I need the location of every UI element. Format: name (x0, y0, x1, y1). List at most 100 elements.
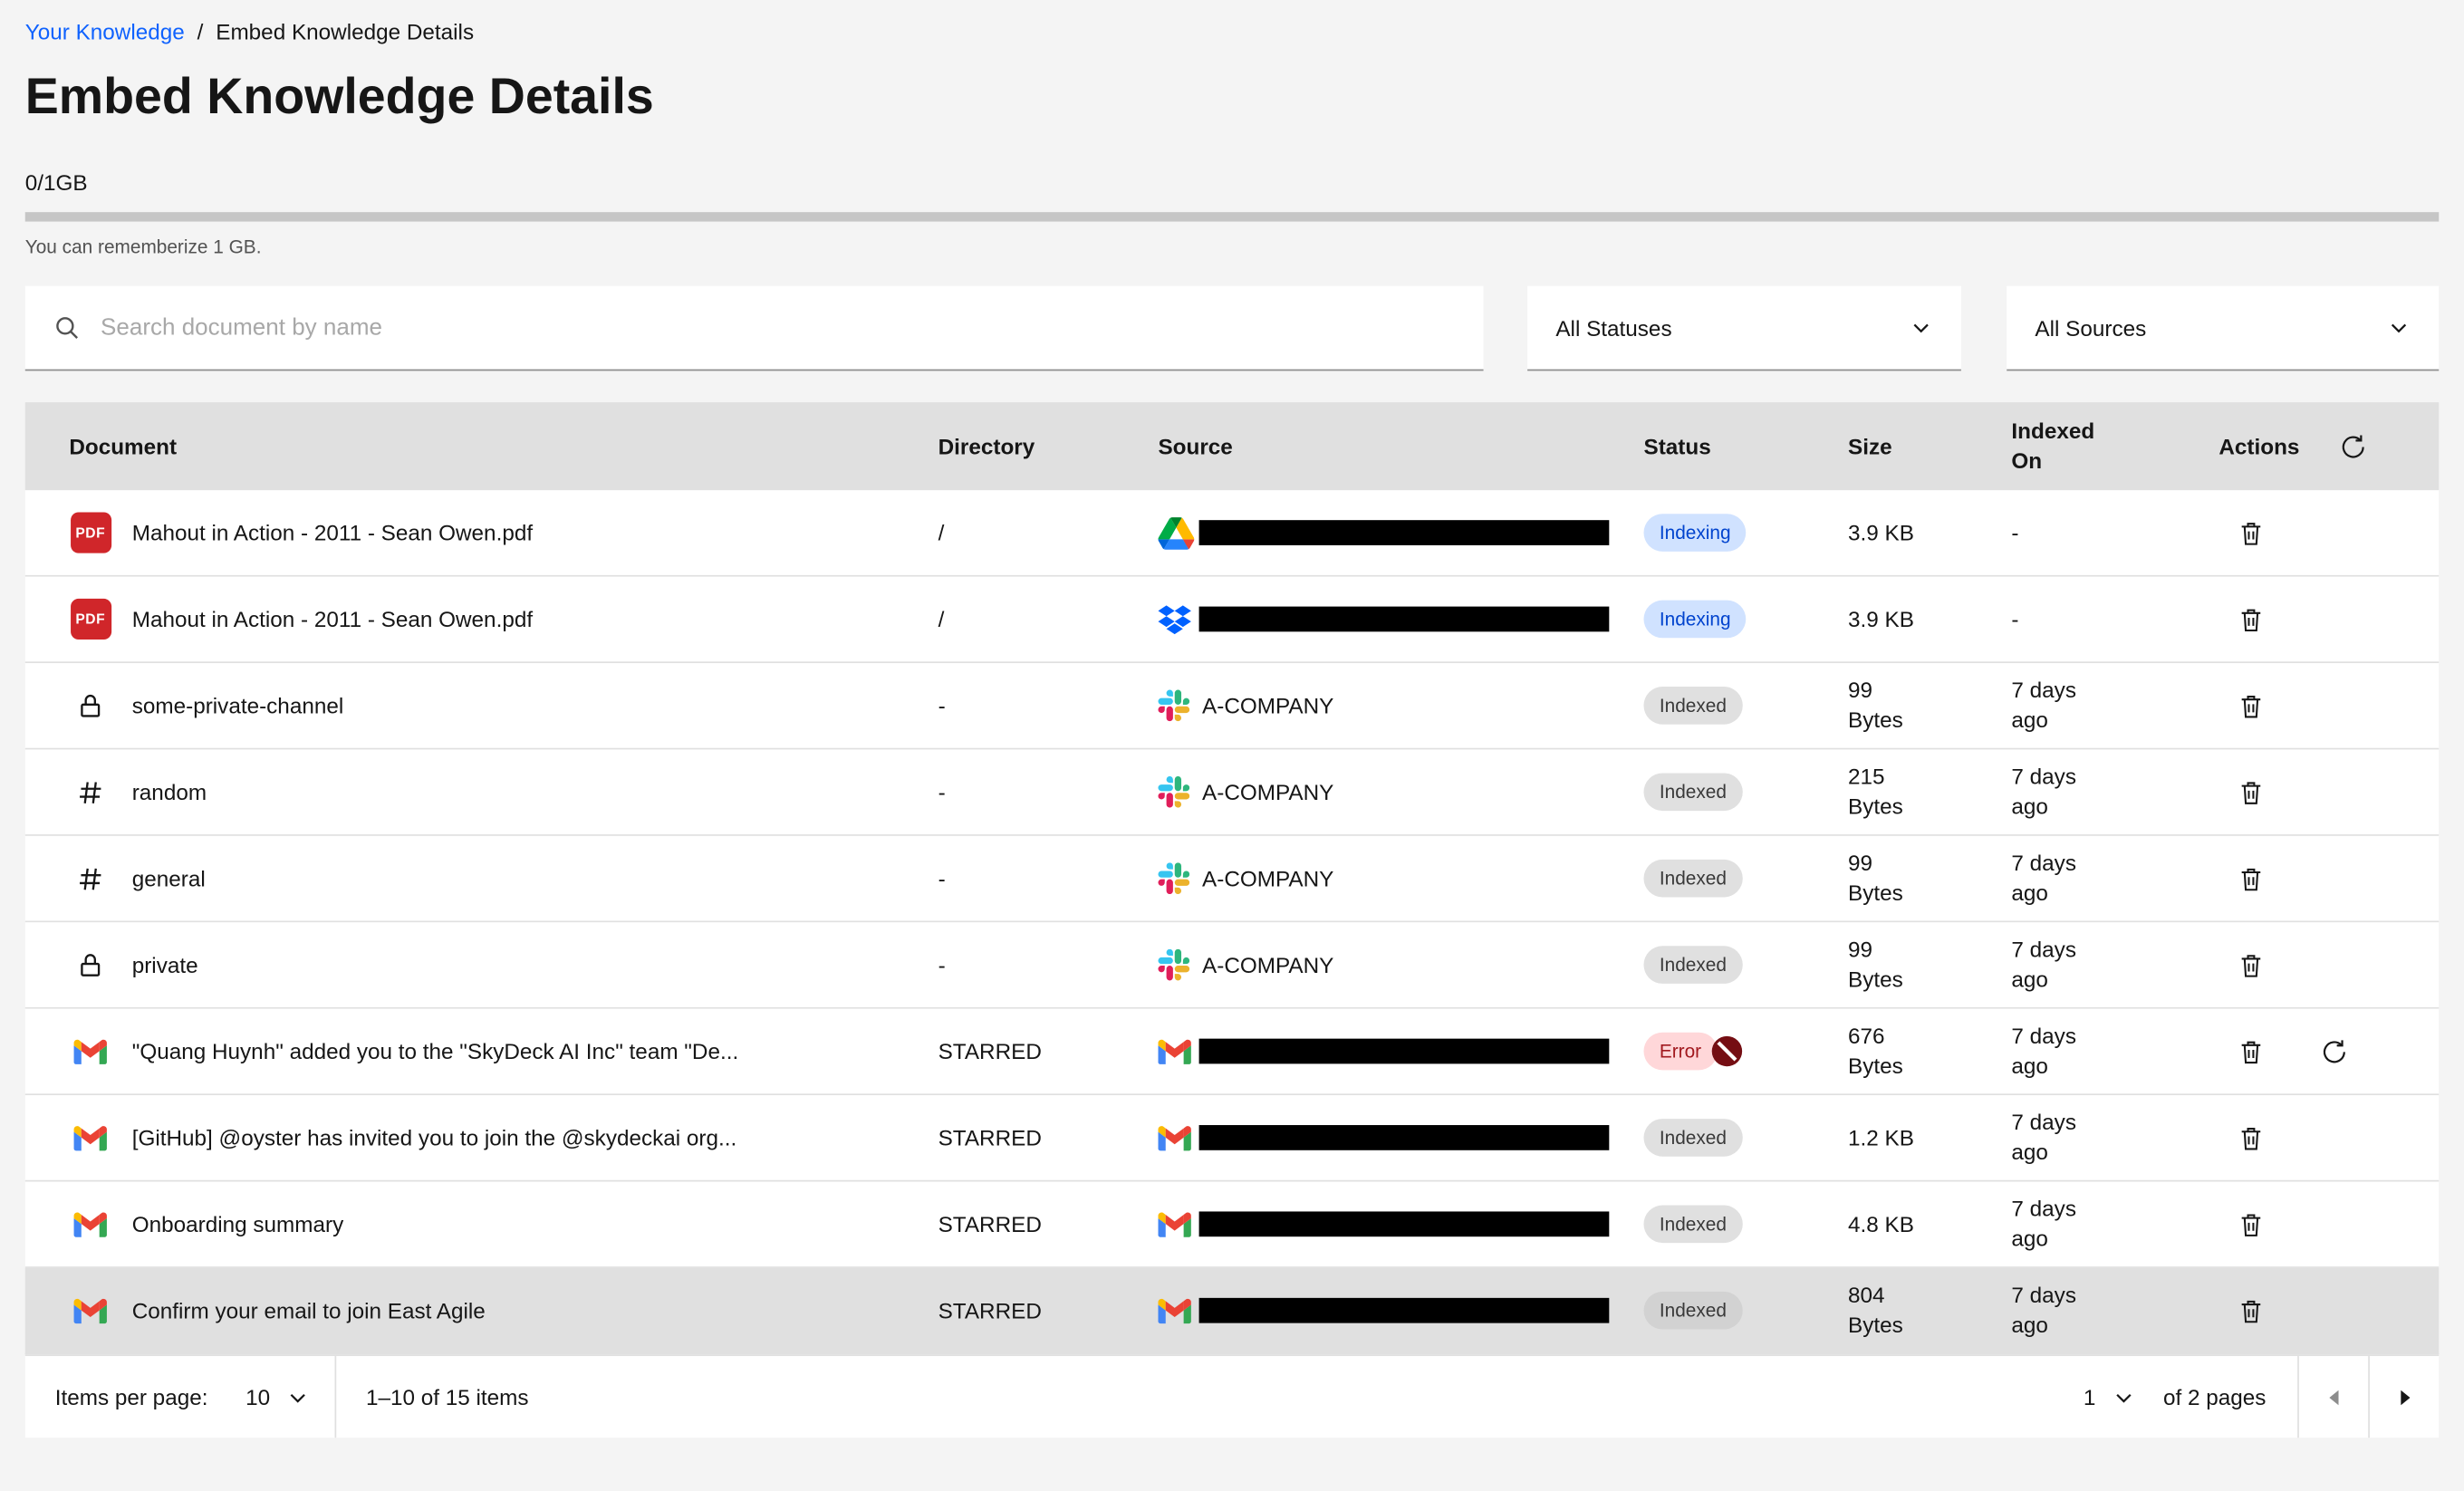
document-cell: [GitHub] @oyster has invited you to join… (25, 1123, 913, 1151)
breadcrumb-your-knowledge-link[interactable]: Your Knowledge (25, 19, 185, 44)
delete-button[interactable] (2231, 945, 2270, 984)
delete-button[interactable] (2231, 1205, 2270, 1244)
source-filter-dropdown[interactable]: All Sources (2007, 286, 2439, 371)
table-row[interactable]: random-A-COMPANYIndexed215 Bytes7 days a… (25, 749, 2439, 835)
status-cell: Indexed (1619, 946, 1824, 984)
refresh-table-button[interactable] (2334, 427, 2373, 466)
retry-button[interactable] (2315, 1032, 2353, 1071)
table-row[interactable]: "Quang Huynh" added you to the "SkyDeck … (25, 1009, 2439, 1095)
delete-button[interactable] (2231, 513, 2270, 552)
delete-button[interactable] (2231, 859, 2270, 898)
status-cell: Error (1619, 1033, 1824, 1071)
chevron-down-icon (2112, 1385, 2135, 1409)
status-badge: Indexed (1643, 773, 1742, 811)
actions-cell (2194, 513, 2440, 552)
status-badge: Error (1643, 1033, 1717, 1071)
actions-cell (2194, 1118, 2440, 1157)
table-row[interactable]: general-A-COMPANYIndexed99 Bytes7 days a… (25, 836, 2439, 922)
document-name: Onboarding summary (132, 1211, 344, 1236)
document-cell: Confirm your email to join East Agile (25, 1296, 913, 1324)
delete-button[interactable] (2231, 600, 2270, 639)
source-cell: A-COMPANY (1133, 949, 1619, 981)
source-cell: A-COMPANY (1133, 862, 1619, 894)
pagination-left: Items per page: 10 1–10 of 15 items (25, 1356, 529, 1438)
status-cell: Indexed (1619, 773, 1824, 811)
delete-button[interactable] (2231, 1032, 2270, 1071)
next-page-button[interactable] (2370, 1356, 2439, 1438)
document-cell: Onboarding summary (25, 1210, 913, 1238)
indexed-on-cell: 7 days ago (1987, 676, 2194, 736)
actions-cell (2194, 945, 2440, 984)
table-row[interactable]: Confirm your email to join East Agile STA… (25, 1268, 2439, 1354)
table-row[interactable]: private-A-COMPANYIndexed99 Bytes7 days a… (25, 922, 2439, 1008)
size-cell: 3.9 KB (1823, 604, 1986, 634)
status-cell: Indexed (1619, 687, 1824, 725)
size-cell: 676 Bytes (1823, 1022, 1986, 1082)
source-cell (1133, 1296, 1619, 1324)
table-row[interactable]: [GitHub] @oyster has invited you to join… (25, 1095, 2439, 1181)
source-cell (1133, 1037, 1619, 1065)
status-badge: Indexed (1643, 1292, 1742, 1330)
delete-button[interactable] (2231, 1291, 2270, 1330)
actions-cell (2194, 1205, 2440, 1244)
breadcrumb: Your Knowledge / Embed Knowledge Details (0, 0, 2464, 44)
delete-button[interactable] (2231, 686, 2270, 725)
pdf-icon: PDF (69, 599, 111, 640)
source-cell: A-COMPANY (1133, 776, 1619, 808)
dropbox-icon (1158, 604, 1198, 634)
column-header-indexed-on: Indexed On (1987, 417, 2194, 476)
source-cell: A-COMPANY (1133, 690, 1619, 722)
document-cell: PDF Mahout in Action - 2011 - Sean Owen.p… (25, 599, 913, 640)
chevron-down-icon (2387, 316, 2411, 340)
status-filter-dropdown[interactable]: All Statuses (1527, 286, 1961, 371)
redacted-source-text (1199, 1125, 1610, 1150)
slack-icon (1158, 862, 1198, 894)
status-badge: Indexed (1643, 1119, 1742, 1157)
status-badge: Indexing (1643, 514, 1746, 552)
table-header-row: DocumentDirectorySourceStatusSizeIndexed… (25, 402, 2439, 490)
document-cell: random (25, 777, 913, 807)
table-row[interactable]: PDF Mahout in Action - 2011 - Sean Owen.p… (25, 577, 2439, 663)
indexed-on-cell: 7 days ago (1987, 762, 2194, 822)
lock-icon (69, 690, 111, 720)
filters-row: All Statuses All Sources (0, 257, 2464, 370)
table-row[interactable]: Onboarding summarySTARREDIndexed4.8 KB7 … (25, 1181, 2439, 1267)
breadcrumb-current: Embed Knowledge Details (216, 19, 474, 44)
document-cell: PDFMahout in Action - 2011 - Sean Owen.p… (25, 513, 913, 553)
redacted-source-text (1199, 1298, 1610, 1323)
source-label: A-COMPANY (1199, 866, 1334, 891)
breadcrumb-separator: / (197, 19, 204, 44)
status-badge: Indexed (1643, 687, 1742, 725)
search-input[interactable] (101, 314, 1455, 341)
delete-button[interactable] (2231, 1118, 2270, 1157)
document-name: some-private-channel (132, 693, 344, 718)
redacted-source-text (1199, 520, 1610, 545)
directory-cell: STARRED (913, 1298, 1133, 1323)
page-number-select[interactable]: 1 (2058, 1356, 2160, 1438)
storage-section: 0/1GB You can rememberize 1 GB. (0, 126, 2464, 258)
document-name: Mahout in Action - 2011 - Sean Owen.pdf (132, 607, 533, 632)
indexed-on-cell: 7 days ago (1987, 935, 2194, 995)
storage-usage-label: 0/1GB (25, 169, 2439, 195)
previous-page-button[interactable] (2299, 1356, 2368, 1438)
document-cell: general (25, 863, 913, 893)
items-per-page-value: 10 (245, 1384, 270, 1409)
actions-cell (2194, 773, 2440, 812)
directory-cell: STARRED (913, 1125, 1133, 1150)
directory-cell: / (913, 520, 1133, 545)
document-name: Mahout in Action - 2011 - Sean Owen.pdf (132, 520, 533, 545)
source-label: A-COMPANY (1199, 693, 1334, 718)
caret-right-icon (2391, 1383, 2417, 1409)
page-title: Embed Knowledge Details (0, 44, 2464, 126)
documents-table: DocumentDirectorySourceStatusSizeIndexed… (25, 402, 2439, 1354)
directory-cell: - (913, 866, 1133, 891)
items-per-page-select[interactable]: 10 (220, 1356, 334, 1438)
document-name: Confirm your email to join East Agile (132, 1298, 486, 1323)
status-cell: Indexed (1619, 860, 1824, 898)
table-row[interactable]: PDFMahout in Action - 2011 - Sean Owen.p… (25, 490, 2439, 576)
table-row[interactable]: some-private-channel-A-COMPANYIndexed99 … (25, 663, 2439, 749)
delete-button[interactable] (2231, 773, 2270, 812)
indexed-on-cell: 7 days ago (1987, 1281, 2194, 1341)
storage-progress-bar (25, 212, 2439, 221)
pagination-range-text: 1–10 of 15 items (336, 1384, 529, 1409)
